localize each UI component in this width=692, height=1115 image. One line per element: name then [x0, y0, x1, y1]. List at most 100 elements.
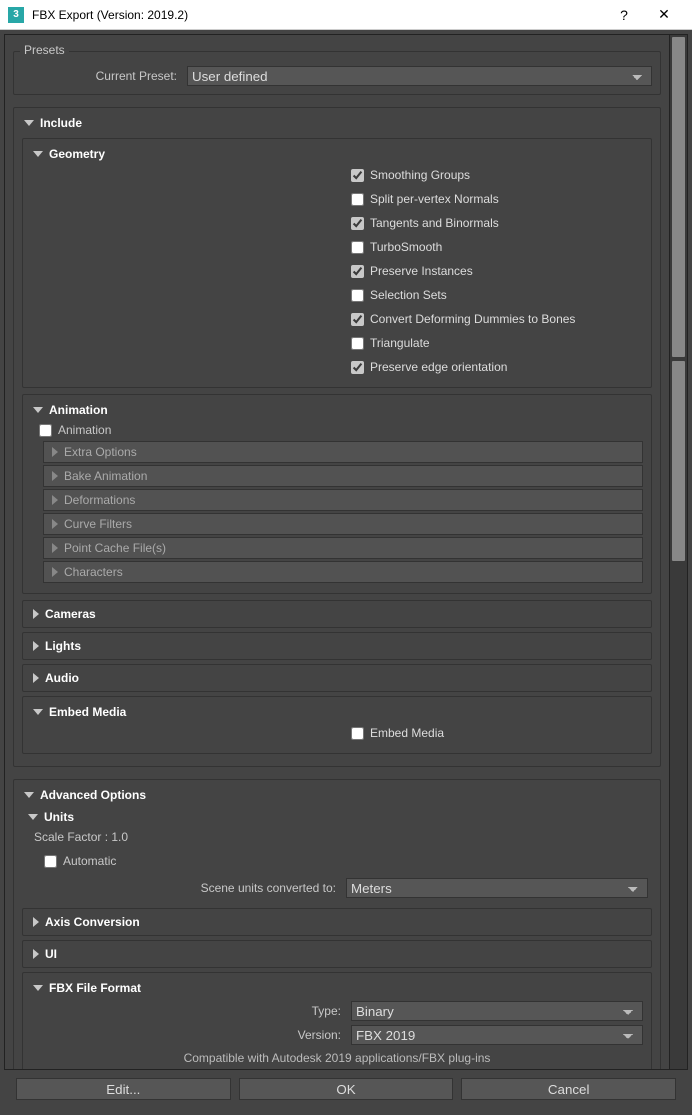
turbosmooth-label: TurboSmooth — [370, 240, 442, 254]
preserve-instances-checkbox[interactable] — [351, 265, 364, 278]
preserve-instances-label: Preserve Instances — [370, 264, 473, 278]
chevron-down-icon — [33, 709, 43, 715]
current-preset-label: Current Preset: — [22, 69, 187, 83]
units-header[interactable]: Units — [26, 808, 648, 826]
fbx-file-format-group: FBX File Format Type: Binary Version: FB… — [22, 972, 652, 1069]
chevron-down-icon — [33, 407, 43, 413]
turbosmooth-checkbox[interactable] — [351, 241, 364, 254]
chevron-down-icon — [33, 151, 43, 157]
geometry-label: Geometry — [49, 147, 105, 161]
scroll-area: Presets Current Preset: User defined Inc… — [4, 34, 688, 1070]
chevron-right-icon — [33, 673, 39, 683]
animation-checkbox-label: Animation — [58, 423, 111, 437]
scene-units-dropdown[interactable]: Meters — [346, 878, 648, 898]
chevron-down-icon — [28, 814, 38, 820]
window-titlebar: 3 FBX Export (Version: 2019.2) ? ✕ — [0, 0, 692, 30]
geometry-group: Geometry Smoothing Groups Split per-vert… — [22, 138, 652, 388]
audio-label: Audio — [45, 671, 79, 685]
smoothing-groups-checkbox[interactable] — [351, 169, 364, 182]
deformations-row[interactable]: Deformations — [43, 489, 643, 511]
split-normals-label: Split per-vertex Normals — [370, 192, 499, 206]
curve-filters-label: Curve Filters — [64, 517, 132, 531]
chevron-down-icon — [33, 985, 43, 991]
advanced-options-group: Advanced Options Units Scale Factor : 1.… — [13, 779, 661, 1069]
automatic-checkbox[interactable] — [44, 855, 57, 868]
include-header[interactable]: Include — [22, 114, 652, 132]
chevron-right-icon — [52, 495, 58, 505]
presets-group: Presets Current Preset: User defined — [13, 51, 661, 95]
selection-sets-label: Selection Sets — [370, 288, 447, 302]
cameras-group: Cameras — [22, 600, 652, 628]
extra-options-row[interactable]: Extra Options — [43, 441, 643, 463]
advanced-options-header[interactable]: Advanced Options — [22, 786, 652, 804]
type-dropdown[interactable]: Binary — [351, 1001, 643, 1021]
geometry-header[interactable]: Geometry — [31, 145, 643, 163]
lights-header[interactable]: Lights — [31, 637, 643, 655]
edit-button[interactable]: Edit... — [16, 1078, 231, 1100]
triangulate-checkbox[interactable] — [351, 337, 364, 350]
window-body: Presets Current Preset: User defined Inc… — [0, 30, 692, 1115]
scale-factor-text: Scale Factor : 1.0 — [34, 830, 640, 844]
include-label: Include — [40, 116, 82, 130]
bake-animation-row[interactable]: Bake Animation — [43, 465, 643, 487]
cancel-button[interactable]: Cancel — [461, 1078, 676, 1100]
chevron-down-icon — [24, 792, 34, 798]
axis-conversion-group: Axis Conversion — [22, 908, 652, 936]
tangents-binormals-checkbox[interactable] — [351, 217, 364, 230]
cameras-header[interactable]: Cameras — [31, 605, 643, 623]
scrollbar-thumb[interactable] — [672, 37, 685, 357]
axis-conversion-label: Axis Conversion — [45, 915, 140, 929]
chevron-right-icon — [52, 471, 58, 481]
close-button[interactable]: ✕ — [644, 6, 684, 23]
include-group: Include Geometry Smoothing Groups Split … — [13, 107, 661, 767]
split-normals-checkbox[interactable] — [351, 193, 364, 206]
app-icon: 3 — [8, 7, 24, 23]
fbx-file-format-label: FBX File Format — [49, 981, 141, 995]
embed-media-header[interactable]: Embed Media — [31, 703, 643, 721]
scrollbar-thumb[interactable] — [672, 361, 685, 561]
audio-header[interactable]: Audio — [31, 669, 643, 687]
bake-animation-label: Bake Animation — [64, 469, 147, 483]
embed-media-checkbox[interactable] — [351, 727, 364, 740]
preserve-edge-orientation-label: Preserve edge orientation — [370, 360, 507, 374]
point-cache-row[interactable]: Point Cache File(s) — [43, 537, 643, 559]
chevron-right-icon — [33, 641, 39, 651]
axis-conversion-header[interactable]: Axis Conversion — [31, 913, 643, 931]
animation-checkbox[interactable] — [39, 424, 52, 437]
selection-sets-checkbox[interactable] — [351, 289, 364, 302]
scrollbar-track[interactable] — [669, 35, 687, 1069]
ui-label: UI — [45, 947, 57, 961]
chevron-right-icon — [33, 609, 39, 619]
extra-options-label: Extra Options — [64, 445, 137, 459]
preserve-edge-orientation-checkbox[interactable] — [351, 361, 364, 374]
units-label: Units — [44, 810, 74, 824]
embed-media-checkbox-label: Embed Media — [370, 726, 444, 740]
window-title: FBX Export (Version: 2019.2) — [32, 8, 604, 22]
scene-units-label: Scene units converted to: — [26, 881, 346, 895]
animation-header[interactable]: Animation — [31, 401, 643, 419]
ui-group: UI — [22, 940, 652, 968]
embed-media-label: Embed Media — [49, 705, 126, 719]
version-dropdown[interactable]: FBX 2019 — [351, 1025, 643, 1045]
ui-header[interactable]: UI — [31, 945, 643, 963]
animation-group: Animation Animation Extra Options Bake A… — [22, 394, 652, 594]
help-button[interactable]: ? — [604, 7, 644, 23]
characters-row[interactable]: Characters — [43, 561, 643, 583]
current-preset-dropdown[interactable]: User defined — [187, 66, 652, 86]
deformations-label: Deformations — [64, 493, 135, 507]
lights-label: Lights — [45, 639, 81, 653]
curve-filters-row[interactable]: Curve Filters — [43, 513, 643, 535]
lights-group: Lights — [22, 632, 652, 660]
animation-label: Animation — [49, 403, 108, 417]
tangents-binormals-label: Tangents and Binormals — [370, 216, 499, 230]
chevron-right-icon — [33, 949, 39, 959]
embed-media-group: Embed Media Embed Media — [22, 696, 652, 754]
chevron-right-icon — [52, 519, 58, 529]
ok-button[interactable]: OK — [239, 1078, 454, 1100]
fbx-file-format-header[interactable]: FBX File Format — [31, 979, 643, 997]
content-pane: Presets Current Preset: User defined Inc… — [5, 35, 669, 1069]
triangulate-label: Triangulate — [370, 336, 430, 350]
convert-dummies-checkbox[interactable] — [351, 313, 364, 326]
convert-dummies-label: Convert Deforming Dummies to Bones — [370, 312, 575, 326]
cameras-label: Cameras — [45, 607, 96, 621]
